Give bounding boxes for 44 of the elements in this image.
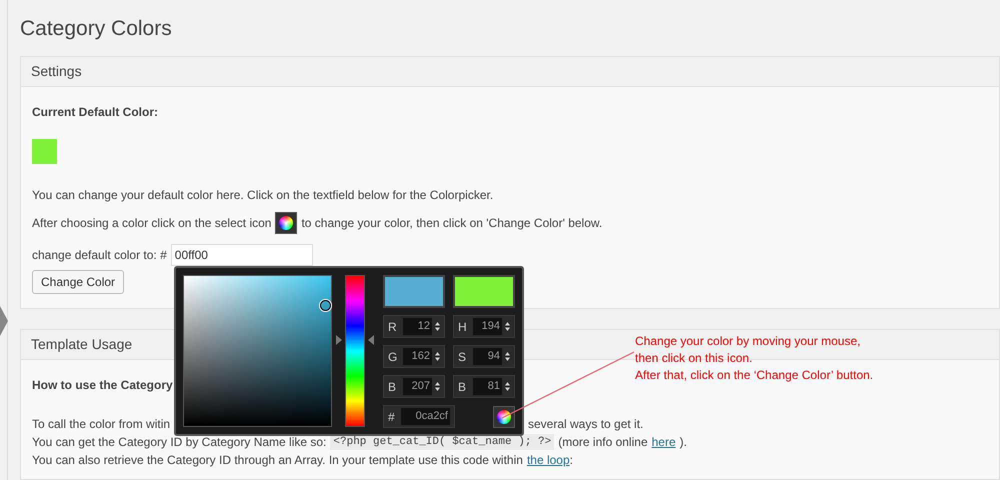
change-color-button[interactable]: Change Color — [32, 270, 124, 294]
collapse-arrow-icon[interactable] — [0, 306, 8, 336]
usage-text: To call the color from witin — [32, 417, 170, 431]
instruction-text: You can change your default color here. Click on the textfield below for the Colorpicker. — [32, 187, 494, 204]
value-field[interactable]: R 12 — [383, 315, 445, 338]
value-field[interactable]: H 194 — [453, 315, 515, 338]
stepper-icon[interactable] — [505, 322, 510, 331]
stepper-icon[interactable] — [435, 382, 440, 391]
hex-field[interactable]: # 0ca2cf — [383, 405, 455, 428]
value-field[interactable]: B 81 — [453, 375, 515, 398]
annotation-text: then click on this icon. — [635, 350, 754, 367]
usage-text: : — [570, 452, 573, 469]
loop-link[interactable]: the loop — [526, 451, 570, 469]
usage-text: You can get the Category ID by Category Name like so: — [32, 434, 326, 451]
panel-title: Template Usage — [31, 335, 132, 354]
instruction-text: After choosing a color click on the select icon — [32, 215, 272, 232]
value-field[interactable]: S 94 — [453, 345, 515, 368]
current-color-swatch — [32, 139, 57, 164]
field-label: change default color to: # — [32, 247, 167, 264]
color-input-field[interactable]: 00ff00 — [170, 244, 313, 266]
here-link[interactable]: here — [652, 433, 676, 451]
usage-text: ). — [680, 434, 687, 451]
select-icon[interactable] — [275, 212, 298, 234]
section-heading: How to use the Category — [32, 378, 173, 392]
picker-handle[interactable] — [320, 300, 331, 311]
annotation-text: Change your color by moving your mouse, — [635, 333, 862, 350]
usage-text: (more info online — [558, 434, 648, 451]
stepper-icon[interactable] — [505, 382, 510, 391]
value-field[interactable]: G 162 — [383, 345, 445, 368]
annotation-text: After that, click on the ‘Change Color’ button. — [635, 367, 874, 384]
stepper-icon[interactable] — [505, 352, 510, 361]
hue-slider[interactable] — [336, 275, 373, 427]
hue-slider-handle[interactable] — [336, 335, 374, 346]
select-icon[interactable] — [493, 406, 515, 428]
stepper-icon[interactable] — [435, 322, 440, 331]
saturation-field[interactable] — [183, 275, 332, 427]
value-field[interactable]: B 207 — [383, 375, 445, 398]
current-color-label: Current Default Color: — [32, 104, 159, 121]
instruction-text: to change your color, then click on 'Change Color' below. — [301, 215, 602, 232]
usage-text: You can also retrieve the Category ID through an Array. In your template use this code within — [32, 452, 523, 469]
page-title: Category Colors — [20, 16, 173, 42]
usage-text: several ways to get it. — [528, 416, 644, 433]
stepper-icon[interactable] — [435, 352, 440, 361]
panel-title: Settings — [31, 62, 82, 81]
